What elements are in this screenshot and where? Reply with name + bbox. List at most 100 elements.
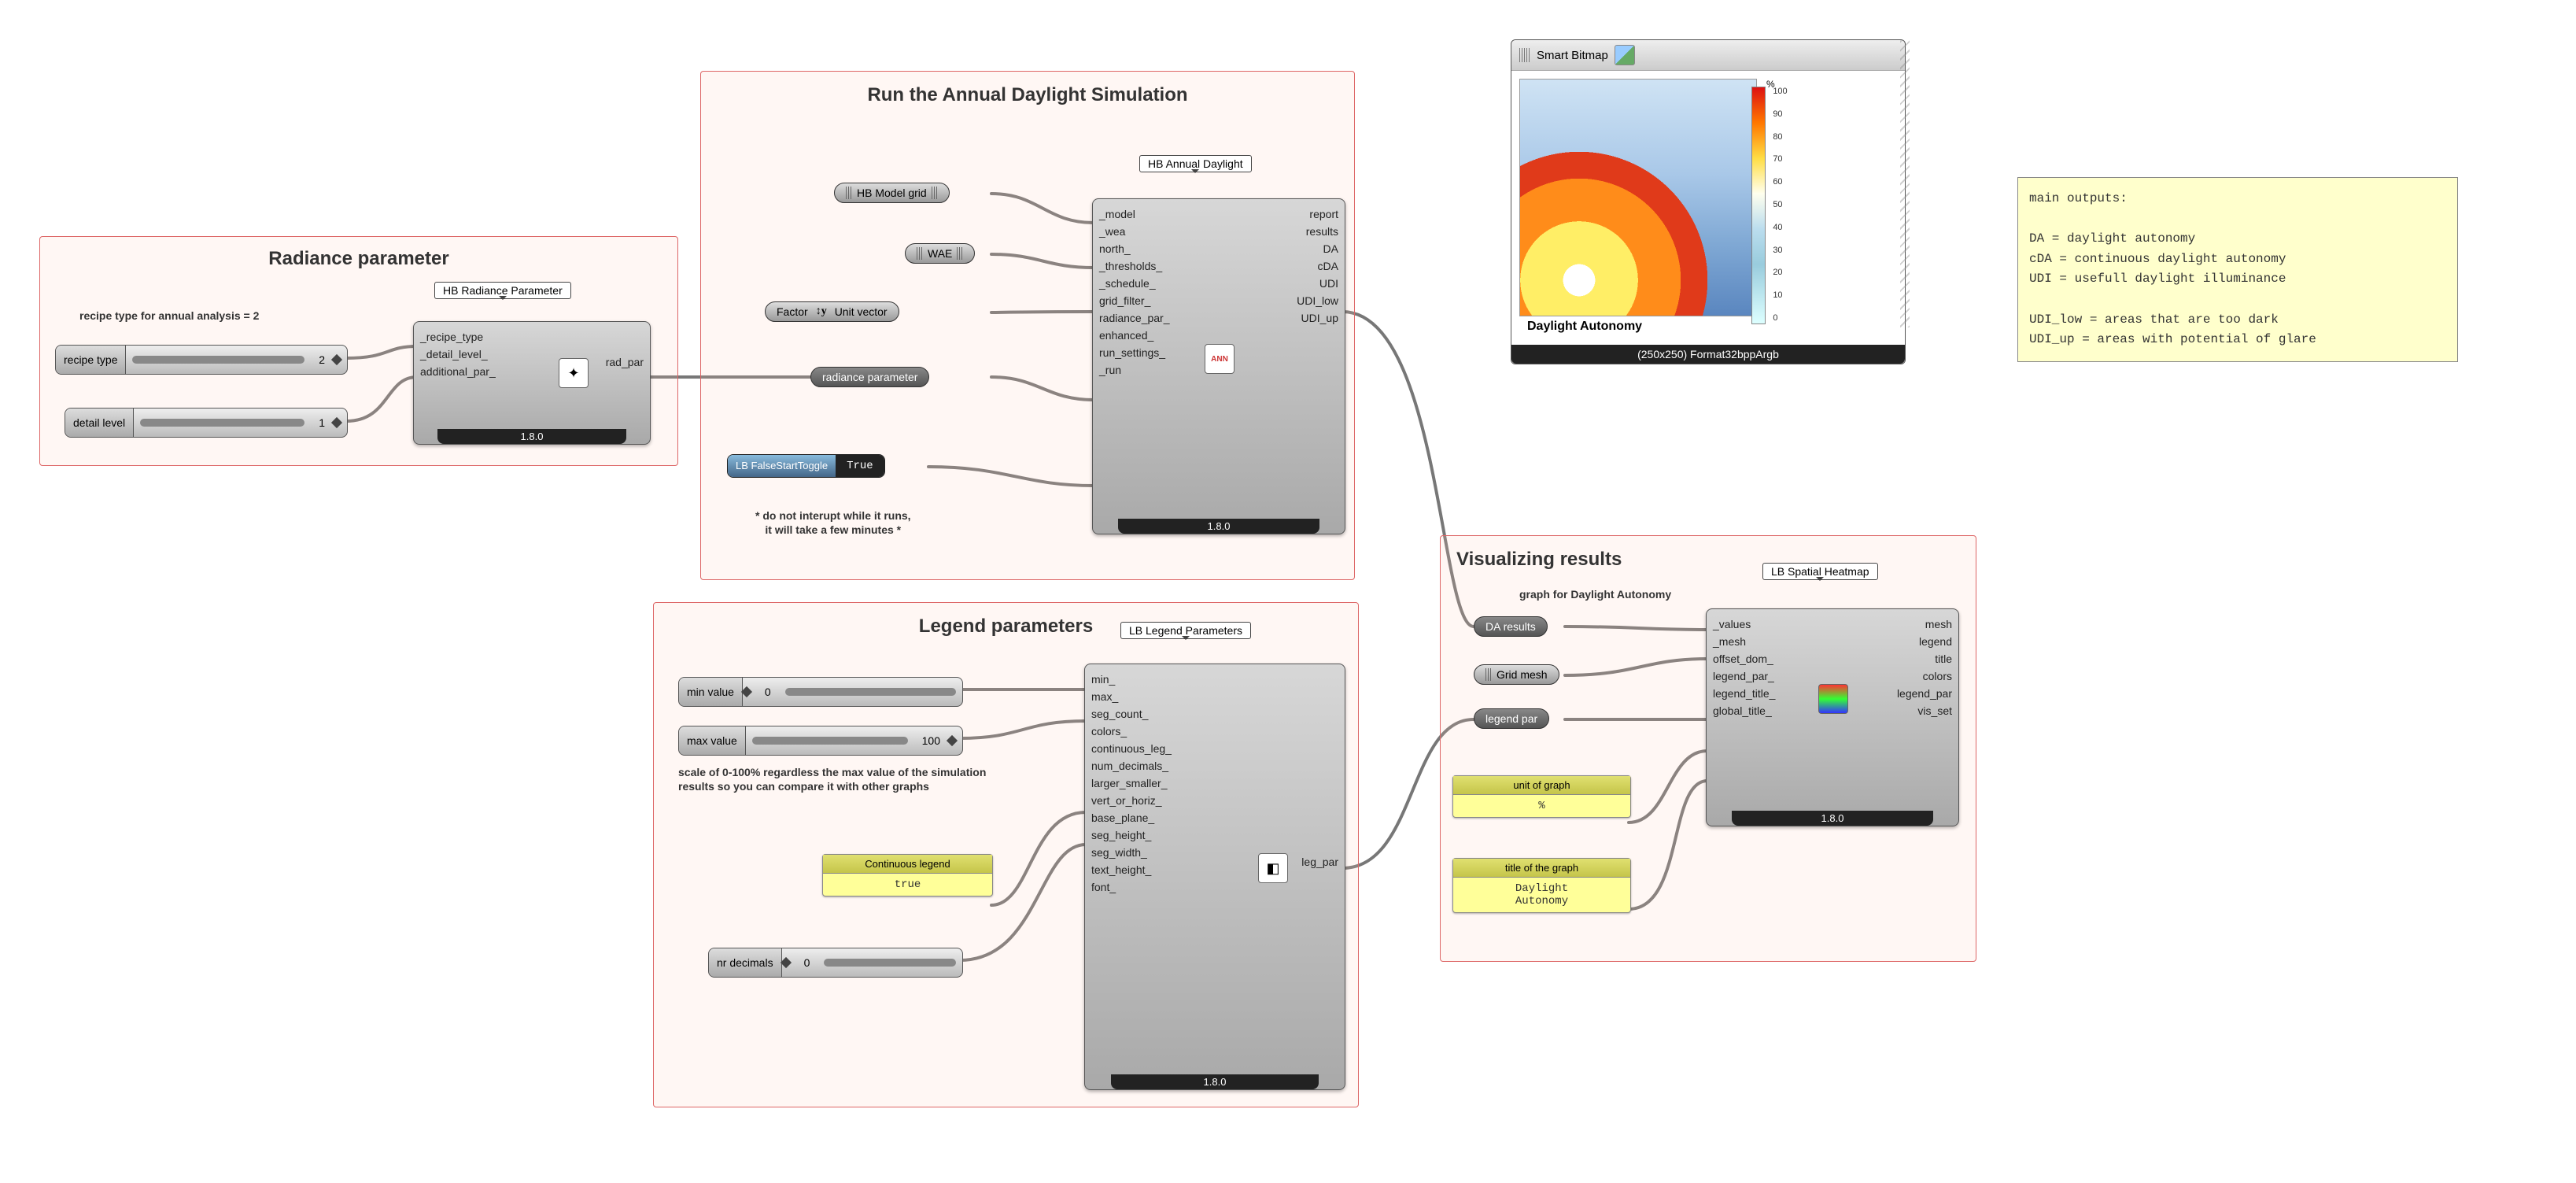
panel-cont-legend[interactable]: Continuous legend true <box>822 854 993 896</box>
port-results[interactable]: results <box>1290 223 1345 240</box>
capsule-grid-mesh[interactable]: Grid mesh <box>1474 664 1559 685</box>
port-seg-width-[interactable]: seg_width_ <box>1085 844 1178 861</box>
port-DA[interactable]: DA <box>1290 240 1345 257</box>
port-additional-par-[interactable]: additional_par_ <box>414 363 502 380</box>
bitmap-title: Smart Bitmap <box>1537 49 1608 62</box>
panel-title-graph-body: Daylight Autonomy <box>1453 878 1630 912</box>
port-UDI-up[interactable]: UDI_up <box>1290 309 1345 327</box>
slider-detail-level-label: detail level <box>65 409 134 437</box>
outputs-note: main outputs: DA = daylight autonomy cDA… <box>2017 177 2458 362</box>
comp-lb-heat[interactable]: _values_meshoffset_dom_legend_par_legend… <box>1706 608 1959 826</box>
bitmap-grip[interactable] <box>1519 48 1530 62</box>
port--schedule-[interactable]: _schedule_ <box>1093 275 1176 292</box>
ann-icon: ANN <box>1205 344 1234 374</box>
port-UDI-low[interactable]: UDI_low <box>1290 292 1345 309</box>
port-radiance-par-[interactable]: radiance_par_ <box>1093 309 1176 327</box>
slider-recipe-type-value: 2 <box>311 353 333 366</box>
port-legend-par[interactable]: legend_par <box>1891 685 1958 702</box>
slider-max-val: 100 <box>914 734 948 747</box>
heatmap-image <box>1519 79 1757 316</box>
port--thresholds-[interactable]: _thresholds_ <box>1093 257 1176 275</box>
port-colors-[interactable]: colors_ <box>1085 723 1178 740</box>
toggle-false-start[interactable]: LB FalseStartToggle True <box>727 454 885 478</box>
slider-nr-decimals[interactable]: nr decimals 0 <box>708 948 963 978</box>
group-viz-sub: graph for Daylight Autonomy <box>1519 588 1671 601</box>
slider-min-value[interactable]: min value 0 <box>678 677 963 707</box>
label-lb-heat: LB Spatial Heatmap <box>1762 563 1878 580</box>
label-hb-annual: HB Annual Daylight <box>1139 155 1252 172</box>
port-rad-par[interactable]: rad_par <box>600 353 650 371</box>
heatmap-icon <box>1818 684 1848 714</box>
panel-unit[interactable]: unit of graph % <box>1452 775 1631 818</box>
port-vert-or-horiz-[interactable]: vert_or_horiz_ <box>1085 792 1178 809</box>
panel-cont-legend-title: Continuous legend <box>823 855 992 874</box>
smart-bitmap[interactable]: Smart Bitmap % 1009080706050403020100 Da… <box>1511 39 1906 364</box>
port-global-title-[interactable]: global_title_ <box>1707 702 1781 719</box>
port-colors[interactable]: colors <box>1891 667 1958 685</box>
port--wea[interactable]: _wea <box>1093 223 1176 240</box>
port-font-[interactable]: font_ <box>1085 878 1178 896</box>
port-report[interactable]: report <box>1290 205 1345 223</box>
comp-lb-heat-version: 1.8.0 <box>1732 811 1933 826</box>
port-max-[interactable]: max_ <box>1085 688 1178 705</box>
slider-detail-level[interactable]: detail level 1 <box>65 408 348 438</box>
port--values[interactable]: _values <box>1707 616 1781 633</box>
slider-recipe-type[interactable]: recipe type 2 <box>55 345 348 375</box>
bitmap-caption: Daylight Autonomy <box>1519 316 1897 337</box>
legend-note: scale of 0-100% regardless the max value… <box>678 765 993 793</box>
group-legend-title: Legend parameters <box>654 616 1358 638</box>
capsule-legend-par[interactable]: legend par <box>1474 708 1549 729</box>
port-continuous-leg-[interactable]: continuous_leg_ <box>1085 740 1178 757</box>
port-legend-title-[interactable]: legend_title_ <box>1707 685 1781 702</box>
capsule-hb-model-grid-label: HB Model grid <box>857 187 927 199</box>
port-legend-par-[interactable]: legend_par_ <box>1707 667 1781 685</box>
panel-cont-legend-body: true <box>823 874 992 896</box>
port-run-settings-[interactable]: run_settings_ <box>1093 344 1176 361</box>
port-seg-count-[interactable]: seg_count_ <box>1085 705 1178 723</box>
group-viz-title: Visualizing results <box>1456 549 1622 571</box>
capsule-da-results[interactable]: DA results <box>1474 616 1548 637</box>
port-text-height-[interactable]: text_height_ <box>1085 861 1178 878</box>
comp-hb-radiance[interactable]: _recipe_type_detail_level_additional_par… <box>413 321 651 445</box>
port-num-decimals-[interactable]: num_decimals_ <box>1085 757 1178 774</box>
port-seg-height-[interactable]: seg_height_ <box>1085 826 1178 844</box>
port-base-plane-[interactable]: base_plane_ <box>1085 809 1178 826</box>
port--detail-level-[interactable]: _detail_level_ <box>414 346 502 363</box>
port-offset-dom-[interactable]: offset_dom_ <box>1707 650 1781 667</box>
port-leg-par[interactable]: leg_par <box>1295 853 1345 871</box>
port-enhanced-[interactable]: enhanced_ <box>1093 327 1176 344</box>
slider-max-value[interactable]: max value 100 <box>678 726 963 756</box>
port-min-[interactable]: min_ <box>1085 671 1178 688</box>
slider-nrdec-label: nr decimals <box>709 948 782 977</box>
port-north-[interactable]: north_ <box>1093 240 1176 257</box>
capsule-factor[interactable]: Factor ↕y Unit vector <box>765 301 899 322</box>
capsule-hb-model-grid[interactable]: HB Model grid <box>834 183 950 203</box>
slider-max-label: max value <box>679 726 746 755</box>
comp-hb-annual[interactable]: _model_weanorth__thresholds__schedule_gr… <box>1092 198 1345 534</box>
capsule-wae[interactable]: WAE <box>905 243 975 264</box>
panel-unit-body: % <box>1453 795 1630 817</box>
comp-lb-legend[interactable]: min_max_seg_count_colors_continuous_leg_… <box>1084 664 1345 1090</box>
port--run[interactable]: _run <box>1093 361 1176 379</box>
panel-title-graph[interactable]: title of the graph Daylight Autonomy <box>1452 858 1631 913</box>
port-cDA[interactable]: cDA <box>1290 257 1345 275</box>
port--mesh[interactable]: _mesh <box>1707 633 1781 650</box>
port--model[interactable]: _model <box>1093 205 1176 223</box>
panel-title-graph-title: title of the graph <box>1453 859 1630 878</box>
capsule-wae-label: WAE <box>928 247 952 260</box>
port-grid-filter-[interactable]: grid_filter_ <box>1093 292 1176 309</box>
slider-nrdec-val: 0 <box>796 956 818 969</box>
port-title[interactable]: title <box>1891 650 1958 667</box>
toggle-label: LB FalseStartToggle <box>728 455 836 477</box>
sim-note: * do not interupt while it runs, it will… <box>755 508 911 537</box>
bitmap-footer: (250x250) Format32bppArgb <box>1511 345 1905 364</box>
port-larger-smaller-[interactable]: larger_smaller_ <box>1085 774 1178 792</box>
port-UDI[interactable]: UDI <box>1290 275 1345 292</box>
port-mesh[interactable]: mesh <box>1891 616 1958 633</box>
port-vis-set[interactable]: vis_set <box>1891 702 1958 719</box>
capsule-radiance-param[interactable]: radiance parameter <box>810 367 929 387</box>
port-legend[interactable]: legend <box>1891 633 1958 650</box>
group-radiance-sub: recipe type for annual analysis = 2 <box>79 309 259 322</box>
port--recipe-type[interactable]: _recipe_type <box>414 328 502 346</box>
comp-hb-annual-version: 1.8.0 <box>1118 519 1319 534</box>
